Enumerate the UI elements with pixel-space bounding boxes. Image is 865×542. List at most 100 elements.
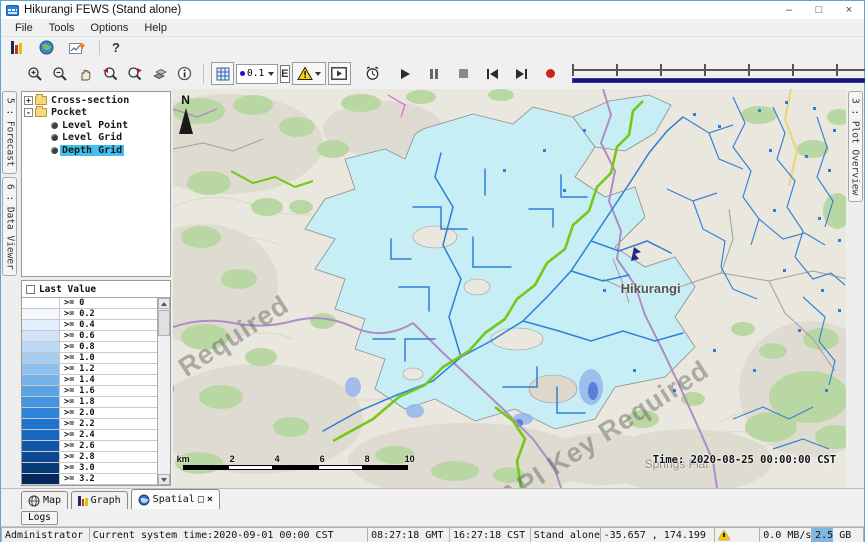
scroll-up-icon[interactable] [158, 298, 170, 309]
play-button[interactable] [394, 62, 417, 85]
threshold-dropdown[interactable]: 0.1 [236, 64, 278, 84]
tab-spatial[interactable]: Spatial □ × [131, 489, 220, 509]
dock-tab[interactable]: 6 : Data Viewer [2, 177, 17, 277]
legend-row[interactable]: >= 3.2 [22, 474, 157, 485]
legend-swatch [22, 452, 60, 462]
status-local-time: 16:27:18 CST [449, 527, 530, 542]
tab-map[interactable]: Map [21, 491, 68, 509]
labels-toggle-button[interactable]: E [280, 65, 289, 83]
logs-bar: Logs [1, 509, 864, 526]
dock-tab[interactable]: 5 : Forecast [2, 91, 17, 174]
statistics-icon[interactable] [7, 36, 25, 59]
tree-node-icon [51, 134, 58, 141]
legend-swatch [22, 298, 60, 308]
threshold-dot-icon [240, 71, 245, 76]
record-button[interactable] [539, 62, 562, 85]
legend-scrollbar[interactable] [157, 298, 170, 485]
legend-row[interactable]: >= 1.0 [22, 353, 157, 364]
tree-item[interactable]: + Cross-section [24, 94, 170, 107]
legend-row[interactable]: >= 2.8 [22, 452, 157, 463]
tree-item-label: Pocket [49, 107, 89, 118]
stop-button[interactable] [452, 62, 475, 85]
animation-movie-icon[interactable] [328, 62, 351, 85]
legend-row[interactable]: >= 2.0 [22, 408, 157, 419]
scroll-thumb[interactable] [158, 310, 170, 336]
zoom-out-icon[interactable] [48, 62, 71, 85]
menu-item[interactable]: Options [82, 22, 136, 34]
scroll-down-icon[interactable] [158, 474, 170, 485]
legend-row[interactable]: >= 1.2 [22, 364, 157, 375]
zoom-next-icon[interactable] [123, 62, 146, 85]
tree-item[interactable]: Depth Grid [24, 144, 170, 157]
chart-export-icon[interactable] [67, 36, 87, 59]
legend-row[interactable]: >= 0 [22, 298, 157, 309]
map-canvas[interactable] [173, 89, 846, 488]
timeline-range-bar[interactable] [572, 78, 865, 83]
legend-label: >= 1.6 [60, 386, 95, 396]
legend-row[interactable]: >= 0.4 [22, 320, 157, 331]
tab-graph[interactable]: Graph [71, 491, 128, 509]
map-view[interactable]: N API Key Required API Key Required Hiku… [173, 89, 846, 488]
globe-icon[interactable] [37, 36, 55, 59]
scalebar-tick: 2 [190, 454, 235, 465]
pan-hand-icon[interactable] [73, 62, 96, 85]
legend-swatch [22, 474, 60, 484]
zoom-in-icon[interactable] [23, 62, 46, 85]
close-view-icon[interactable]: × [207, 494, 213, 505]
legend-swatch [22, 375, 60, 385]
legend-label: >= 0.2 [60, 309, 95, 319]
step-back-button[interactable] [481, 62, 504, 85]
zoom-previous-icon[interactable] [98, 62, 121, 85]
menu-item[interactable]: File [7, 22, 41, 34]
legend-row[interactable]: >= 1.8 [22, 397, 157, 408]
menu-item[interactable]: Help [136, 22, 175, 34]
scalebar-tick: 10 [370, 454, 415, 465]
step-forward-button[interactable] [510, 62, 533, 85]
legend-row[interactable]: >= 0.8 [22, 342, 157, 353]
restore-view-icon[interactable]: □ [198, 494, 204, 505]
maximize-icon[interactable]: □ [804, 1, 834, 19]
legend-row[interactable]: >= 2.2 [22, 419, 157, 430]
legend-row[interactable]: >= 2.6 [22, 441, 157, 452]
tree-item[interactable]: Level Grid [24, 132, 170, 145]
map-time-label: Time: 2020-08-25 00:00:00 CST [653, 454, 836, 466]
data-viewer-panel: + Cross-section - Pocket Level Point [19, 89, 173, 488]
legend-label: >= 2.4 [60, 430, 95, 440]
timeline-slider[interactable] [572, 62, 865, 86]
tree-item[interactable]: - Pocket [24, 107, 170, 120]
thresholds-warning-dropdown[interactable] [292, 62, 326, 85]
legend-label: >= 1.2 [60, 364, 95, 374]
minimize-icon[interactable]: – [774, 1, 804, 19]
window-title: Hikurangi FEWS (Stand alone) [24, 4, 181, 16]
tree-expander-icon[interactable]: + [24, 96, 33, 105]
legend-row[interactable]: >= 0.2 [22, 309, 157, 320]
legend-panel: Last Value >= 0 >= 0.2 [21, 280, 171, 486]
legend-row[interactable]: >= 1.6 [22, 386, 157, 397]
legend-swatch [22, 342, 60, 352]
legend-row[interactable]: >= 3.0 [22, 463, 157, 474]
last-value-checkbox[interactable] [26, 285, 35, 294]
layers-icon[interactable] [148, 62, 171, 85]
tree-item-label: Level Point [60, 120, 130, 131]
dock-tab[interactable]: 3 : Plot Overview [848, 91, 863, 202]
status-warning[interactable] [714, 527, 759, 542]
animation-timer-icon[interactable] [361, 62, 384, 85]
pause-button[interactable] [423, 62, 446, 85]
map-label-city: Hikurangi [621, 281, 681, 296]
menu-item[interactable]: Tools [41, 22, 83, 34]
legend-row[interactable]: >= 2.4 [22, 430, 157, 441]
tree-item[interactable]: Level Point [24, 119, 170, 132]
grid-icon[interactable] [211, 62, 234, 85]
legend-swatch [22, 309, 60, 319]
title-bar[interactable]: Hikurangi FEWS (Stand alone) – □ × [1, 1, 864, 19]
legend-row[interactable]: >= 1.4 [22, 375, 157, 386]
legend-swatch [22, 441, 60, 451]
info-icon[interactable] [173, 62, 196, 85]
close-icon[interactable]: × [834, 1, 864, 19]
legend-row[interactable]: >= 0.6 [22, 331, 157, 342]
help-icon[interactable]: ? [112, 40, 120, 55]
timeline-track[interactable] [572, 64, 865, 76]
tree-expander-icon[interactable]: - [24, 108, 33, 117]
logs-tab[interactable]: Logs [21, 511, 58, 525]
legend-swatch [22, 408, 60, 418]
